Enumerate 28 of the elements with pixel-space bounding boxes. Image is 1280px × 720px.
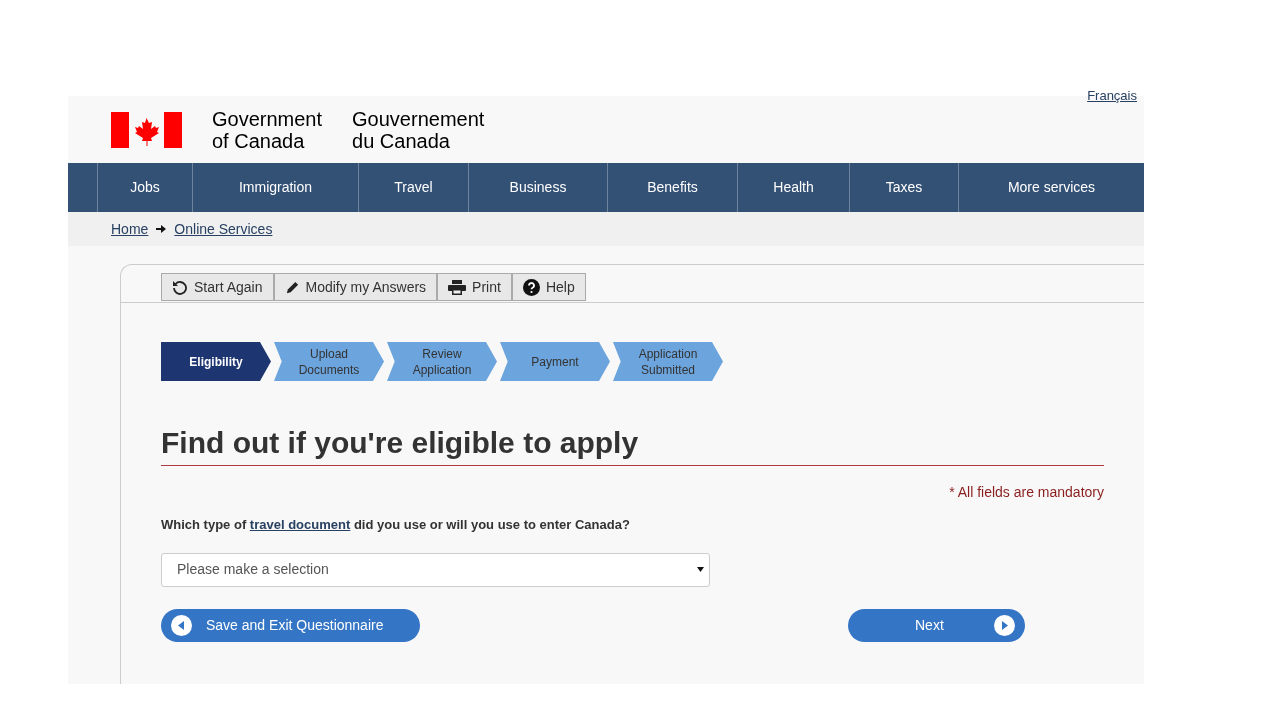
toolbar-button[interactable]: Print [437, 273, 512, 301]
toolbar-button[interactable]: Modify my Answers [273, 273, 438, 301]
print-icon [448, 279, 467, 295]
site-title-french: Gouvernement du Canada [352, 107, 485, 152]
dropdown-caret-icon [697, 567, 704, 572]
page-heading: Find out if you're eligible to apply [161, 425, 1104, 466]
progress-step: Application Submitted [613, 342, 723, 381]
progress-step: Review Application [387, 342, 497, 381]
breadcrumb-link[interactable]: Home [111, 218, 149, 240]
language-link[interactable]: Français [1087, 88, 1137, 104]
restart-icon [172, 279, 188, 295]
mandatory-note: * All fields are mandatory [949, 483, 1104, 502]
pencil-icon [284, 279, 300, 295]
progress-step: Payment [500, 342, 610, 381]
toolbar-button[interactable]: Help [511, 273, 586, 301]
question-text: Which type of travel document did you use or will you use to enter Canada? [161, 516, 631, 534]
toolbar-button[interactable]: Start Again [161, 273, 274, 301]
progress-step: Upload Documents [274, 342, 384, 381]
next-button[interactable]: Next [848, 608, 1025, 642]
help-icon [522, 278, 540, 296]
breadcrumb-link[interactable]: Online Services [174, 218, 273, 240]
progress-step: Eligibility [161, 342, 271, 381]
site-title-english: Government of Canada [212, 107, 323, 152]
document-type-select[interactable]: Please make a selection [161, 552, 710, 587]
travel-document-link[interactable]: travel document [249, 517, 351, 532]
save-and-exit-button[interactable]: Save and Exit Questionnaire [161, 608, 420, 642]
arrow-right-icon [156, 225, 167, 233]
canada-flag-icon [111, 111, 182, 148]
